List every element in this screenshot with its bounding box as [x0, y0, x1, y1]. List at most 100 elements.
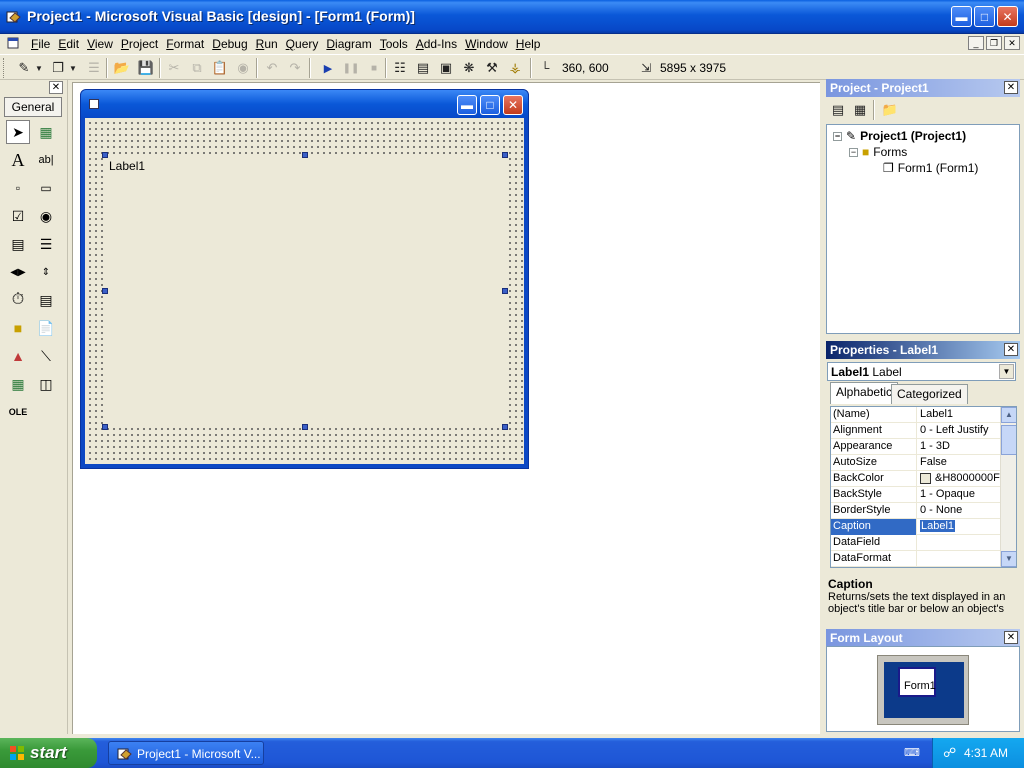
- project-close-button[interactable]: ✕: [1004, 81, 1018, 94]
- taskbar-vb-button[interactable]: Project1 - Microsoft V...: [108, 741, 264, 765]
- view-code-button[interactable]: ▤: [828, 100, 848, 120]
- tool-dirlistbox[interactable]: ■: [6, 316, 30, 340]
- add-form-dropdown[interactable]: ▼: [68, 58, 78, 78]
- property-row[interactable]: (Name) Label1: [831, 407, 1001, 423]
- form-design-surface[interactable]: Label1: [85, 118, 524, 464]
- form-layout-button[interactable]: ▣: [436, 58, 456, 78]
- property-value[interactable]: 0 - None: [918, 503, 1001, 519]
- properties-close-button[interactable]: ✕: [1004, 343, 1018, 356]
- property-row[interactable]: DataField: [831, 535, 1001, 551]
- clock[interactable]: 4:31 AM: [964, 746, 1008, 760]
- menu-view[interactable]: View: [83, 36, 117, 52]
- label1-control[interactable]: Label1: [105, 155, 505, 427]
- property-value[interactable]: [918, 551, 1001, 567]
- tool-hscrollbar[interactable]: ◀▶: [6, 260, 30, 284]
- mdi-minimize-button[interactable]: _: [968, 36, 984, 50]
- toggle-folders-button[interactable]: 📁: [880, 100, 900, 120]
- tool-checkbox[interactable]: ☑: [6, 204, 30, 228]
- form-layout-preview[interactable]: Form1: [898, 667, 936, 697]
- menu-file[interactable]: File: [27, 36, 54, 52]
- resize-handle-se[interactable]: [502, 424, 508, 430]
- tool-combobox[interactable]: ▤: [6, 232, 30, 256]
- find-button[interactable]: ◉: [233, 58, 253, 78]
- view-object-button[interactable]: ▦: [850, 100, 870, 120]
- tool-label[interactable]: A: [6, 148, 30, 172]
- resize-handle-s[interactable]: [302, 424, 308, 430]
- resize-handle-e[interactable]: [502, 288, 508, 294]
- property-value-editor[interactable]: Label1: [918, 519, 1001, 535]
- break-button[interactable]: ❚❚: [341, 58, 361, 78]
- property-value[interactable]: False: [918, 455, 1001, 471]
- property-row[interactable]: Appearance 1 - 3D: [831, 439, 1001, 455]
- tool-shape[interactable]: ▲: [6, 344, 30, 368]
- scroll-thumb[interactable]: [1001, 425, 1016, 455]
- menu-add-ins[interactable]: Add-Ins: [412, 36, 461, 52]
- properties-scrollbar[interactable]: ▲ ▼: [1000, 407, 1016, 567]
- form-layout-close-button[interactable]: ✕: [1004, 631, 1018, 644]
- close-button[interactable]: ✕: [997, 6, 1018, 27]
- toolbox-general-tab[interactable]: General: [4, 97, 62, 117]
- end-button[interactable]: ■: [364, 58, 384, 78]
- tool-data[interactable]: ◫: [34, 372, 58, 396]
- object-browser-button[interactable]: ❋: [459, 58, 479, 78]
- tool-pointer[interactable]: ➤: [6, 120, 30, 144]
- tool-optionbutton[interactable]: ◉: [34, 204, 58, 228]
- project-explorer-button[interactable]: ☷: [390, 58, 410, 78]
- tool-listbox[interactable]: ☰: [34, 232, 58, 256]
- property-value[interactable]: Label1: [918, 407, 1001, 423]
- paste-button[interactable]: 📋: [210, 58, 230, 78]
- copy-button[interactable]: ⧉: [187, 58, 207, 78]
- add-project-dropdown[interactable]: ▼: [34, 58, 44, 78]
- maximize-button[interactable]: □: [974, 6, 995, 27]
- form-title-bar[interactable]: ▬ □ ✕: [81, 90, 528, 118]
- resize-handle-sw[interactable]: [102, 424, 108, 430]
- property-row[interactable]: Alignment 0 - Left Justify: [831, 423, 1001, 439]
- menu-tools[interactable]: Tools: [376, 36, 412, 52]
- property-row[interactable]: BackColor &H8000000F: [831, 471, 1001, 487]
- property-row-selected[interactable]: Caption Label1: [831, 519, 1001, 535]
- tool-frame[interactable]: ▫: [6, 176, 30, 200]
- tool-ole[interactable]: OLE: [6, 400, 30, 424]
- network-icon[interactable]: ☍: [943, 745, 956, 761]
- scroll-up-icon[interactable]: ▲: [1001, 407, 1016, 423]
- add-project-button[interactable]: ✎: [14, 58, 34, 78]
- tree-forms-folder[interactable]: − ■ Forms: [849, 145, 907, 159]
- resize-handle-n[interactable]: [302, 152, 308, 158]
- form-close-button[interactable]: ✕: [503, 95, 523, 115]
- tree-form1-item[interactable]: ❐ Form1 (Form1): [883, 161, 978, 175]
- collapse-icon[interactable]: −: [849, 147, 858, 157]
- form-maximize-button[interactable]: □: [480, 95, 500, 115]
- form-system-menu-icon[interactable]: [7, 37, 21, 50]
- menu-window[interactable]: Window: [461, 36, 512, 52]
- start-button[interactable]: ▶: [318, 58, 338, 78]
- collapse-icon[interactable]: −: [833, 131, 842, 141]
- open-project-button[interactable]: 📂: [112, 58, 132, 78]
- form-designer-window[interactable]: ▬ □ ✕ Label1: [80, 89, 529, 469]
- cut-button[interactable]: ✂: [164, 58, 184, 78]
- tool-filelistbox[interactable]: 📄: [34, 316, 58, 340]
- property-row[interactable]: AutoSize False: [831, 455, 1001, 471]
- menu-project[interactable]: Project: [117, 36, 162, 52]
- menu-debug[interactable]: Debug: [208, 36, 251, 52]
- menu-query[interactable]: Query: [282, 36, 323, 52]
- keyboard-icon[interactable]: ⌨: [904, 746, 920, 759]
- start-button[interactable]: start: [0, 738, 97, 768]
- tool-drivelistbox[interactable]: ▤: [34, 288, 58, 312]
- minimize-button[interactable]: ▬: [951, 6, 972, 27]
- properties-window-button[interactable]: ▤: [413, 58, 433, 78]
- menu-run[interactable]: Run: [252, 36, 282, 52]
- tab-alphabetic[interactable]: Alphabetic: [830, 382, 899, 404]
- property-row[interactable]: BorderStyle 0 - None: [831, 503, 1001, 519]
- toolbox-button[interactable]: ⚒: [482, 58, 502, 78]
- scroll-down-icon[interactable]: ▼: [1001, 551, 1016, 567]
- tree-project-node[interactable]: − ✎ Project1 (Project1): [833, 129, 966, 143]
- resize-handle-w[interactable]: [102, 288, 108, 294]
- property-value[interactable]: 0 - Left Justify: [918, 423, 1001, 439]
- property-row[interactable]: DataFormat: [831, 551, 1001, 567]
- tool-picturebox[interactable]: ▦: [34, 120, 58, 144]
- property-row[interactable]: BackStyle 1 - Opaque: [831, 487, 1001, 503]
- save-project-button[interactable]: 💾: [136, 58, 156, 78]
- tool-textbox[interactable]: ab|: [34, 148, 58, 172]
- redo-button[interactable]: ↷: [285, 58, 305, 78]
- tool-vscrollbar[interactable]: ⇕: [34, 260, 58, 284]
